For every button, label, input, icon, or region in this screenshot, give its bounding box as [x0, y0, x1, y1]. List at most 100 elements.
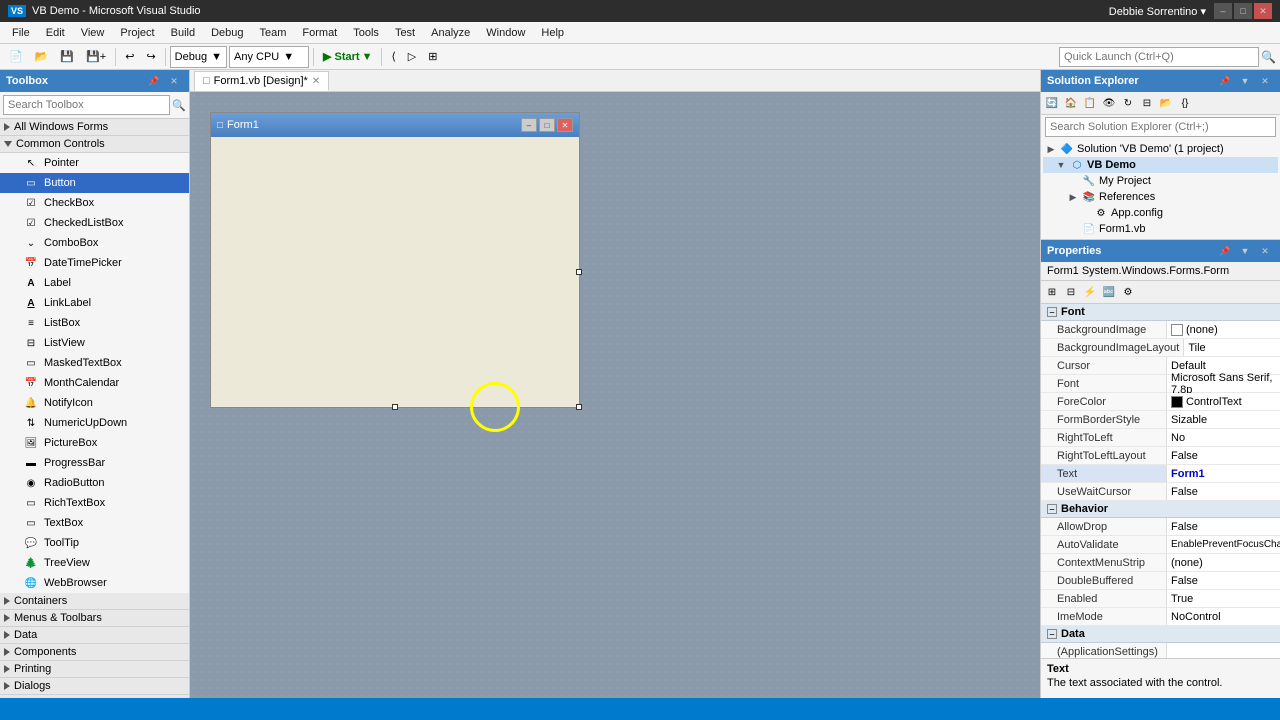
form-body[interactable]	[211, 137, 579, 407]
menu-format[interactable]: Format	[294, 25, 345, 41]
menu-team[interactable]: Team	[252, 25, 295, 41]
tree-item-appconfig[interactable]: ⚙ App.config	[1043, 205, 1278, 221]
se-show-all-button[interactable]: 👁	[1100, 94, 1118, 112]
prop-value[interactable]: No	[1167, 429, 1280, 446]
category-containers[interactable]: Containers	[0, 593, 189, 610]
props-search-button[interactable]: 🔤	[1100, 283, 1118, 301]
props-pin-button[interactable]: 📌	[1216, 243, 1234, 259]
category-data[interactable]: Data	[0, 627, 189, 644]
prop-value[interactable]: False	[1167, 483, 1280, 500]
props-collapse-button[interactable]: ▼	[1236, 243, 1254, 259]
se-open-folder-button[interactable]: 📂	[1157, 94, 1175, 112]
minimize-button[interactable]: –	[1214, 3, 1232, 19]
toolbox-item-richtextbox[interactable]: ▭ RichTextBox	[0, 493, 189, 513]
menu-build[interactable]: Build	[163, 25, 203, 41]
se-pin-button[interactable]: 📌	[1216, 73, 1234, 89]
category-components[interactable]: Components	[0, 644, 189, 661]
toolbox-item-maskedtextbox[interactable]: ▭ MaskedTextBox	[0, 353, 189, 373]
quick-launch-input[interactable]	[1059, 47, 1259, 67]
undo-button[interactable]: ↩	[120, 46, 139, 68]
resize-handle-bottom-right[interactable]	[576, 404, 582, 410]
tree-item-vbdemo[interactable]: ▼ ⬡ VB Demo	[1043, 157, 1278, 173]
se-collapse-all-button[interactable]: ⊟	[1138, 94, 1156, 112]
form-window[interactable]: □ Form1 – □ ✕	[210, 112, 580, 408]
toolbox-close-button[interactable]: ✕	[165, 73, 183, 89]
open-button[interactable]: 📂	[30, 46, 54, 68]
prop-category-font[interactable]: – Font	[1041, 304, 1280, 321]
form-close-button[interactable]: ✕	[557, 118, 573, 132]
toolbox-item-webbrowser[interactable]: 🌐 WebBrowser	[0, 573, 189, 593]
category-menus-toolbars[interactable]: Menus & Toolbars	[0, 610, 189, 627]
menu-debug[interactable]: Debug	[203, 25, 251, 41]
prop-value[interactable]: False	[1167, 572, 1280, 589]
tree-item-form1vb[interactable]: 📄 Form1.vb	[1043, 221, 1278, 237]
category-all-windows-forms[interactable]: All Windows Forms	[0, 119, 189, 136]
close-button[interactable]: ✕	[1254, 3, 1272, 19]
menu-window[interactable]: Window	[478, 25, 533, 41]
toolbox-item-notifyicon[interactable]: 🔔 NotifyIcon	[0, 393, 189, 413]
toolbox-item-picturebox[interactable]: 🖼 PictureBox	[0, 433, 189, 453]
menu-file[interactable]: File	[4, 25, 38, 41]
se-refresh-button[interactable]: 🔄	[1043, 94, 1061, 112]
form-maximize-button[interactable]: □	[539, 118, 555, 132]
toolbar-btn-3[interactable]: ⊞	[423, 46, 442, 68]
category-printing[interactable]: Printing	[0, 661, 189, 678]
toolbox-search-input[interactable]	[3, 95, 170, 115]
toolbox-item-datetimepicker[interactable]: 📅 DateTimePicker	[0, 253, 189, 273]
toolbox-pin-button[interactable]: 📌	[145, 73, 163, 89]
tab-close-button[interactable]: ✕	[312, 76, 320, 87]
menu-edit[interactable]: Edit	[38, 25, 73, 41]
toolbox-item-listview[interactable]: ⊟ ListView	[0, 333, 189, 353]
prop-value[interactable]: False	[1167, 447, 1280, 464]
menu-analyze[interactable]: Analyze	[423, 25, 478, 41]
menu-tools[interactable]: Tools	[345, 25, 387, 41]
se-collapse-button[interactable]: ▼	[1236, 73, 1254, 89]
new-project-button[interactable]: 📄	[4, 46, 28, 68]
toolbox-item-tooltip[interactable]: 💬 ToolTip	[0, 533, 189, 553]
form-minimize-button[interactable]: –	[521, 118, 537, 132]
save-button[interactable]: 💾	[55, 46, 79, 68]
user-name[interactable]: Debbie Sorrentino ▾	[1109, 5, 1206, 18]
toolbox-item-checkbox[interactable]: ☑ CheckBox	[0, 193, 189, 213]
tree-item-myproject[interactable]: 🔧 My Project	[1043, 173, 1278, 189]
prop-category-data[interactable]: – Data	[1041, 626, 1280, 643]
prop-value[interactable]	[1167, 643, 1280, 658]
tab-form1-design[interactable]: □ Form1.vb [Design]* ✕	[194, 71, 329, 91]
toolbox-item-progressbar[interactable]: ▬ ProgressBar	[0, 453, 189, 473]
toolbox-item-linklabel[interactable]: A LinkLabel	[0, 293, 189, 313]
toolbar-btn-1[interactable]: ⟨	[386, 46, 400, 68]
tree-item-solution[interactable]: ▶ 🔷 Solution 'VB Demo' (1 project)	[1043, 141, 1278, 157]
menu-view[interactable]: View	[73, 25, 113, 41]
toolbox-item-label[interactable]: A Label	[0, 273, 189, 293]
prop-value[interactable]: Form1	[1167, 465, 1280, 482]
prop-value[interactable]: Sizable	[1167, 411, 1280, 428]
props-close-button[interactable]: ✕	[1256, 243, 1274, 259]
menu-help[interactable]: Help	[533, 25, 572, 41]
props-categorized-button[interactable]: ⊞	[1043, 283, 1061, 301]
toolbox-item-treeview[interactable]: 🌲 TreeView	[0, 553, 189, 573]
se-search-input[interactable]	[1045, 117, 1276, 137]
toolbox-item-textbox[interactable]: ▭ TextBox	[0, 513, 189, 533]
prop-value[interactable]: (none)	[1167, 554, 1280, 571]
props-settings-button[interactable]: ⚙	[1119, 283, 1137, 301]
toolbox-item-listbox[interactable]: ≡ ListBox	[0, 313, 189, 333]
category-dialogs[interactable]: Dialogs	[0, 678, 189, 695]
debug-config-dropdown[interactable]: Debug ▼	[170, 46, 227, 68]
prop-value[interactable]: Tile	[1184, 339, 1280, 356]
toolbox-item-checkedlistbox[interactable]: ☑ CheckedListBox	[0, 213, 189, 233]
prop-value[interactable]: (none)	[1167, 321, 1280, 338]
se-close-button[interactable]: ✕	[1256, 73, 1274, 89]
prop-category-behavior[interactable]: – Behavior	[1041, 501, 1280, 518]
category-common-controls[interactable]: Common Controls	[0, 136, 189, 153]
menu-test[interactable]: Test	[387, 25, 423, 41]
resize-handle-bottom-center[interactable]	[392, 404, 398, 410]
se-home-button[interactable]: 🏠	[1062, 94, 1080, 112]
toolbar-btn-2[interactable]: ▷	[403, 46, 421, 68]
prop-value[interactable]: Microsoft Sans Serif, 7.8p	[1167, 375, 1280, 392]
toolbox-item-combobox[interactable]: ⌄ ComboBox	[0, 233, 189, 253]
props-alphabetical-button[interactable]: ⊟	[1062, 283, 1080, 301]
menu-project[interactable]: Project	[112, 25, 162, 41]
se-code-button[interactable]: {}	[1176, 94, 1194, 112]
design-canvas[interactable]: □ Form1 – □ ✕	[190, 92, 1040, 698]
prop-value[interactable]: True	[1167, 590, 1280, 607]
